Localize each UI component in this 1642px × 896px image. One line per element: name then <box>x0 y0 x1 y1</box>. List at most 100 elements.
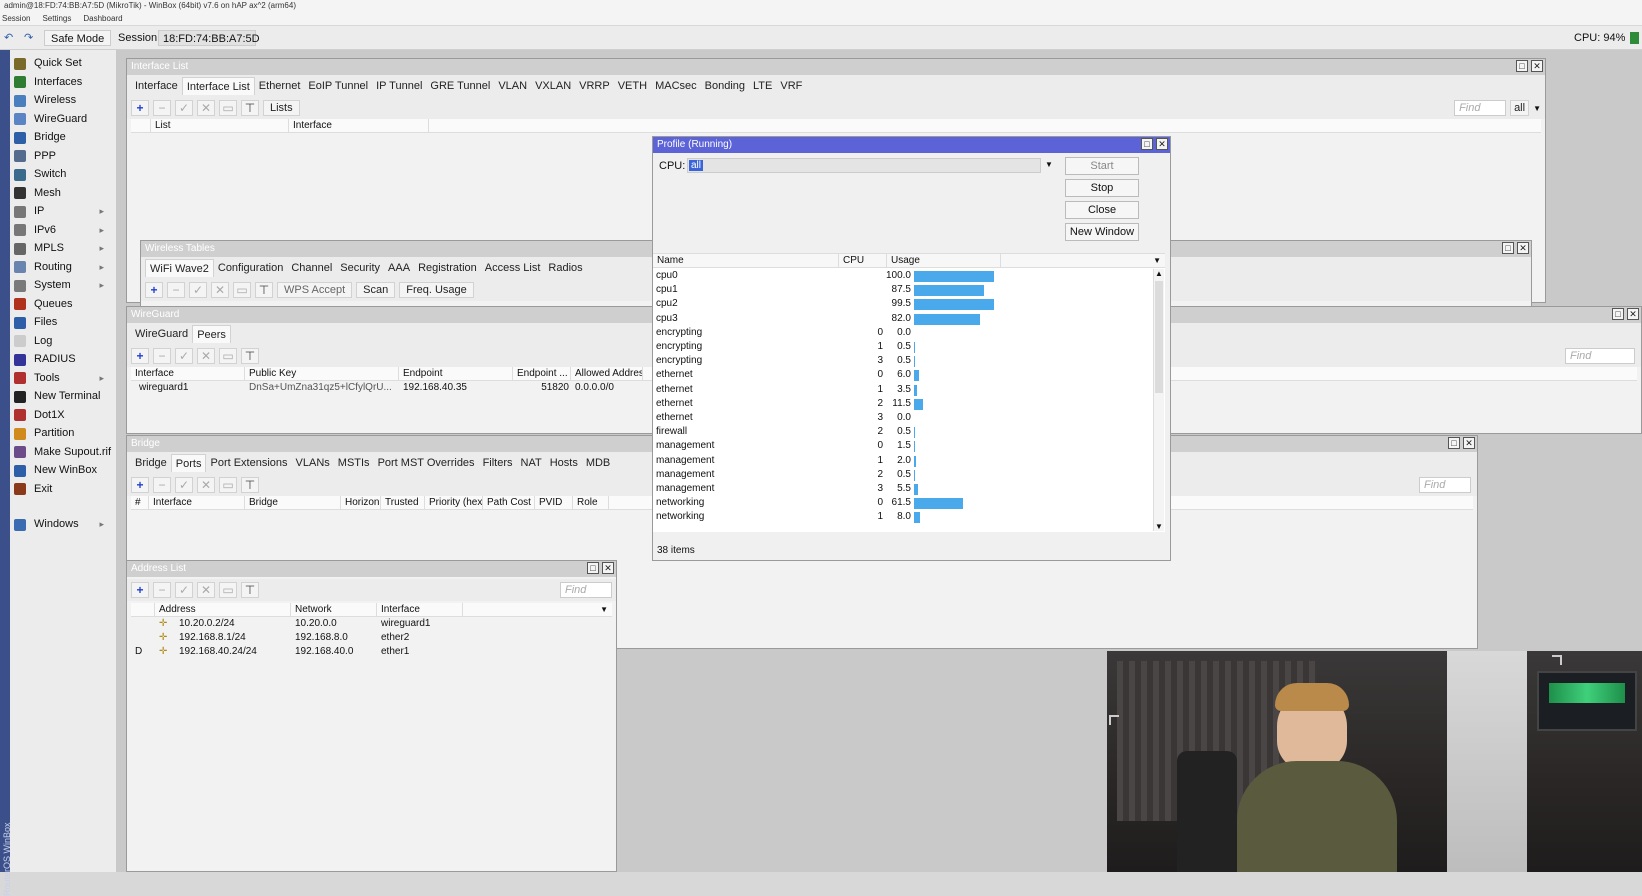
enable-icon[interactable]: ✓ <box>175 348 193 364</box>
column-path-cost[interactable]: Path Cost <box>483 496 535 509</box>
tab-mstis[interactable]: MSTIs <box>334 454 374 472</box>
profile-row[interactable]: ethernet 0 6.0 <box>653 368 1135 382</box>
tab-configuration[interactable]: Configuration <box>214 259 287 277</box>
comment-icon[interactable]: ▭ <box>219 100 237 116</box>
profile-row[interactable]: encrypting 1 0.5 <box>653 340 1135 354</box>
tab-vxlan[interactable]: VXLAN <box>531 77 575 95</box>
sidebar-item-queues[interactable]: Queues <box>14 295 112 314</box>
tab-vlans[interactable]: VLANs <box>292 454 334 472</box>
tab-mdb[interactable]: MDB <box>582 454 614 472</box>
add-icon[interactable]: + <box>131 477 149 493</box>
sidebar-item-mesh[interactable]: Mesh <box>14 184 112 203</box>
menu-settings[interactable]: Settings <box>42 12 71 25</box>
enable-icon[interactable]: ✓ <box>175 100 193 116</box>
find-input[interactable]: Find <box>1565 348 1635 364</box>
tab-port-extensions[interactable]: Port Extensions <box>206 454 291 472</box>
cpu-select[interactable]: all <box>687 158 1041 173</box>
filter-icon[interactable]: ⊤ <box>241 348 259 364</box>
tab-veth[interactable]: VETH <box>614 77 651 95</box>
remove-icon[interactable]: − <box>153 582 171 598</box>
maximize-icon[interactable]: □ <box>1612 308 1624 320</box>
column-interface[interactable]: Interface <box>131 367 245 380</box>
tab-aaa[interactable]: AAA <box>384 259 414 277</box>
table-row[interactable]: D ✛ 192.168.40.24/24 192.168.40.0 ether1 <box>131 645 612 659</box>
maximize-icon[interactable]: □ <box>1516 60 1528 72</box>
sidebar-item-make-supout-rif[interactable]: Make Supout.rif <box>14 443 112 462</box>
column-allowed-address[interactable]: Allowed Addres... <box>571 367 643 380</box>
freq-usage-button[interactable]: Freq. Usage <box>399 282 474 298</box>
column-usage[interactable]: Usage <box>887 254 1001 267</box>
sidebar-item-interfaces[interactable]: Interfaces <box>14 73 112 92</box>
column-bridge[interactable]: Bridge <box>245 496 341 509</box>
sidebar-item-system[interactable]: System ▸ <box>14 276 112 295</box>
tab-wifi-wave2[interactable]: WiFi Wave2 <box>145 259 214 277</box>
table-row[interactable]: ✛ 192.168.8.1/24 192.168.8.0 ether2 <box>131 631 612 645</box>
remove-icon[interactable]: − <box>153 100 171 116</box>
profile-row[interactable]: networking 0 61.5 <box>653 496 1135 510</box>
filter-icon[interactable]: ⊤ <box>241 582 259 598</box>
filter-dropdown[interactable]: all <box>1510 100 1530 116</box>
column-priority[interactable]: Priority (hex) <box>425 496 483 509</box>
profile-row[interactable]: management 0 1.5 <box>653 439 1135 453</box>
column-pvid[interactable]: PVID <box>535 496 573 509</box>
enable-icon[interactable]: ✓ <box>189 282 207 298</box>
remove-icon[interactable]: − <box>167 282 185 298</box>
sidebar-item-dot1x[interactable]: Dot1X <box>14 406 112 425</box>
column-endpoint-port[interactable]: Endpoint ... <box>513 367 571 380</box>
tab-channel[interactable]: Channel <box>287 259 336 277</box>
scrollbar-thumb[interactable] <box>1155 281 1163 393</box>
scroll-up-icon[interactable]: ▲ <box>1155 269 1163 278</box>
sidebar-item-files[interactable]: Files <box>14 313 112 332</box>
profile-row[interactable]: encrypting 0 0.0 <box>653 326 1135 340</box>
tab-hosts[interactable]: Hosts <box>546 454 582 472</box>
column-role[interactable]: Role <box>573 496 609 509</box>
profile-scrollbar[interactable]: ▲ ▼ <box>1153 269 1164 531</box>
safe-mode-button[interactable]: Safe Mode <box>44 30 112 46</box>
remove-icon[interactable]: − <box>153 477 171 493</box>
disable-icon[interactable]: ✕ <box>197 582 215 598</box>
add-icon[interactable]: + <box>131 348 149 364</box>
tab-vrf[interactable]: VRF <box>776 77 806 95</box>
tab-bonding[interactable]: Bonding <box>701 77 749 95</box>
sidebar-item-quick-set[interactable]: Quick Set <box>14 54 112 73</box>
profile-row[interactable]: networking 1 8.0 <box>653 510 1135 524</box>
add-icon[interactable]: + <box>131 100 149 116</box>
sidebar-item-switch[interactable]: Switch <box>14 165 112 184</box>
undo-icon[interactable]: ↶ <box>4 30 13 46</box>
table-row[interactable]: ✛ 10.20.0.2/24 10.20.0.0 wireguard1 <box>131 617 612 631</box>
profile-row[interactable]: ethernet 3 0.0 <box>653 411 1135 425</box>
close-icon[interactable]: ✕ <box>1463 437 1475 449</box>
profile-row[interactable]: cpu3 82.0 <box>653 312 1135 326</box>
menu-session[interactable]: Session <box>2 12 30 25</box>
filter-icon[interactable]: ⊤ <box>241 100 259 116</box>
sidebar-item-wireless[interactable]: Wireless <box>14 91 112 110</box>
tab-filters[interactable]: Filters <box>479 454 517 472</box>
maximize-icon[interactable]: □ <box>1448 437 1460 449</box>
start-button[interactable]: Start <box>1065 157 1139 175</box>
tab-ports[interactable]: Ports <box>170 454 207 472</box>
menu-dashboard[interactable]: Dashboard <box>83 12 122 25</box>
tab-access-list[interactable]: Access List <box>481 259 545 277</box>
sidebar-item-routing[interactable]: Routing ▸ <box>14 258 112 277</box>
lists-button[interactable]: Lists <box>263 100 300 116</box>
profile-row[interactable]: ethernet 2 11.5 <box>653 397 1135 411</box>
tab-ip-tunnel[interactable]: IP Tunnel <box>372 77 426 95</box>
profile-row[interactable]: cpu0 100.0 <box>653 269 1135 283</box>
column-menu-icon[interactable]: ▼ <box>463 603 612 616</box>
close-icon[interactable]: ✕ <box>602 562 614 574</box>
sidebar-item-ip[interactable]: IP ▸ <box>14 202 112 221</box>
scan-button[interactable]: Scan <box>356 282 396 298</box>
column-cpu[interactable]: CPU <box>839 254 887 267</box>
sidebar-item-radius[interactable]: RADIUS <box>14 350 112 369</box>
column-endpoint[interactable]: Endpoint <box>399 367 513 380</box>
filter-icon[interactable]: ⊤ <box>255 282 273 298</box>
column-interface[interactable]: Interface <box>149 496 245 509</box>
disable-icon[interactable]: ✕ <box>197 100 215 116</box>
column-horizon[interactable]: Horizon <box>341 496 381 509</box>
profile-row[interactable]: management 1 2.0 <box>653 454 1135 468</box>
column-list[interactable]: List <box>151 119 289 132</box>
close-icon[interactable]: ✕ <box>1517 242 1529 254</box>
add-icon[interactable]: + <box>131 582 149 598</box>
sidebar-item-bridge[interactable]: Bridge <box>14 128 112 147</box>
column-public-key[interactable]: Public Key <box>245 367 399 380</box>
